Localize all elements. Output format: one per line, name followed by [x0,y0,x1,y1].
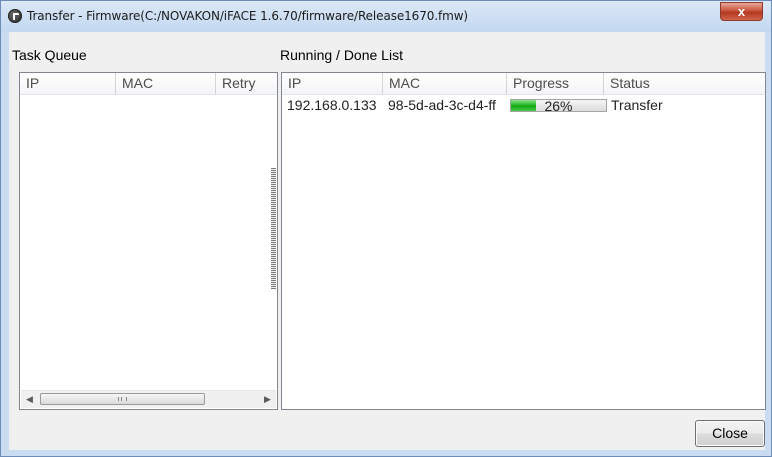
horizontal-scrollbar[interactable]: ◀ ▶ [21,390,276,408]
close-button[interactable]: Close [695,420,765,447]
running-list-header: IP MAC Progress Status [282,73,765,95]
column-retry[interactable]: Retry [216,73,277,94]
app-icon [8,9,22,23]
dialog-content: Task Queue IP MAC Retry ◀ ▶ Running / Do… [9,32,766,450]
column-ip[interactable]: IP [20,73,116,94]
column-progress[interactable]: Progress [507,73,604,94]
running-done-list[interactable]: IP MAC Progress Status 192.168.0.133 98-… [281,72,766,410]
column-status[interactable]: Status [604,73,765,94]
task-queue-label: Task Queue [12,47,87,63]
row-mac: 98-5d-ad-3c-d4-ff [388,97,496,113]
row-ip: 192.168.0.133 [287,97,377,113]
column-mac[interactable]: MAC [383,73,507,94]
column-mac[interactable]: MAC [116,73,216,94]
table-row[interactable]: 192.168.0.133 98-5d-ad-3c-d4-ff 26% Tran… [282,96,765,115]
scroll-thumb[interactable] [40,393,205,405]
column-ip[interactable]: IP [282,73,383,94]
scroll-right-icon[interactable]: ▶ [259,391,276,408]
title-bar[interactable]: Transfer - Firmware(C:/NOVAKON/iFACE 1.6… [1,1,771,32]
transfer-window: Transfer - Firmware(C:/NOVAKON/iFACE 1.6… [0,0,772,457]
scroll-left-icon[interactable]: ◀ [21,391,38,408]
task-queue-list[interactable]: IP MAC Retry ◀ ▶ [19,72,278,410]
window-title: Transfer - Firmware(C:/NOVAKON/iFACE 1.6… [27,9,468,23]
progress-bar: 26% [510,98,607,114]
window-close-button[interactable]: x [720,2,763,21]
row-status: Transfer [611,97,663,113]
task-queue-header: IP MAC Retry [20,73,277,95]
grip-icon [118,397,127,401]
panel-splitter[interactable] [271,168,276,290]
progress-text: 26% [544,98,573,114]
running-list-label: Running / Done List [280,47,403,63]
